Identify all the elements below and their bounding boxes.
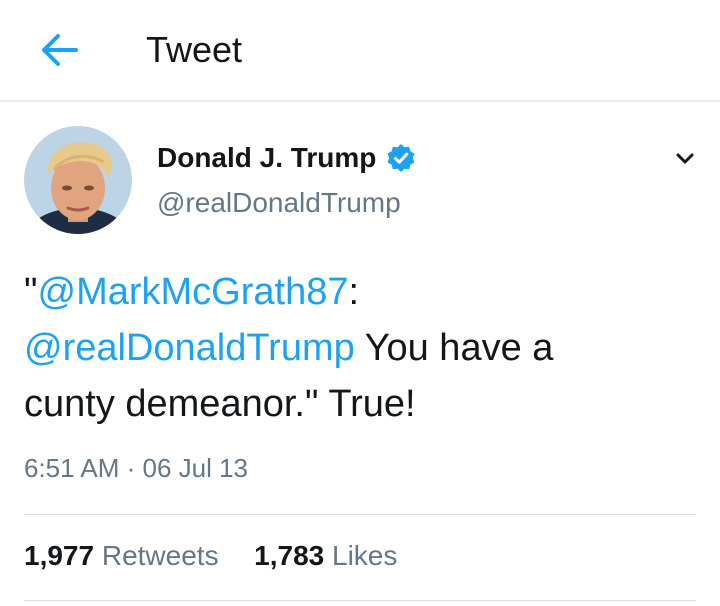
- tweet-stats: 1,977 Retweets 1,783 Likes: [24, 536, 397, 576]
- quote-mark: ": [24, 271, 38, 313]
- more-options-button[interactable]: [670, 144, 700, 174]
- verified-badge-icon: [386, 143, 416, 173]
- divider: [24, 514, 696, 515]
- mention-link[interactable]: @MarkMcGrath87: [38, 271, 349, 313]
- arrow-left-icon: [42, 34, 78, 66]
- divider: [24, 600, 696, 601]
- avatar[interactable]: [24, 126, 132, 234]
- tweet-timestamp[interactable]: 6:51 AM · 06 Jul 13: [24, 452, 248, 484]
- top-bar: Tweet: [0, 0, 720, 102]
- tweet-text-part: cunty demeanor." True!: [24, 383, 416, 425]
- display-name: Donald J. Trump: [157, 142, 377, 173]
- tweet-text-part: You have a: [354, 327, 554, 369]
- likes-stat[interactable]: 1,783 Likes: [254, 536, 397, 576]
- likes-count: 1,783: [254, 540, 325, 571]
- likes-label: Likes: [332, 540, 398, 571]
- profile-photo: [24, 126, 132, 234]
- retweets-label: Retweets: [101, 540, 219, 571]
- retweets-count: 1,977: [24, 540, 95, 571]
- chevron-down-icon: [676, 153, 694, 164]
- author-name-row[interactable]: Donald J. Trump: [157, 140, 416, 176]
- retweets-stat[interactable]: 1,977 Retweets: [24, 536, 219, 576]
- user-handle[interactable]: @realDonaldTrump: [157, 186, 401, 220]
- back-button[interactable]: [36, 30, 84, 70]
- tweet-text: "@MarkMcGrath87: @realDonaldTrump You hav…: [24, 264, 704, 432]
- page-title: Tweet: [146, 29, 243, 70]
- mention-link[interactable]: @realDonaldTrump: [24, 327, 355, 369]
- colon-text: :: [348, 271, 360, 313]
